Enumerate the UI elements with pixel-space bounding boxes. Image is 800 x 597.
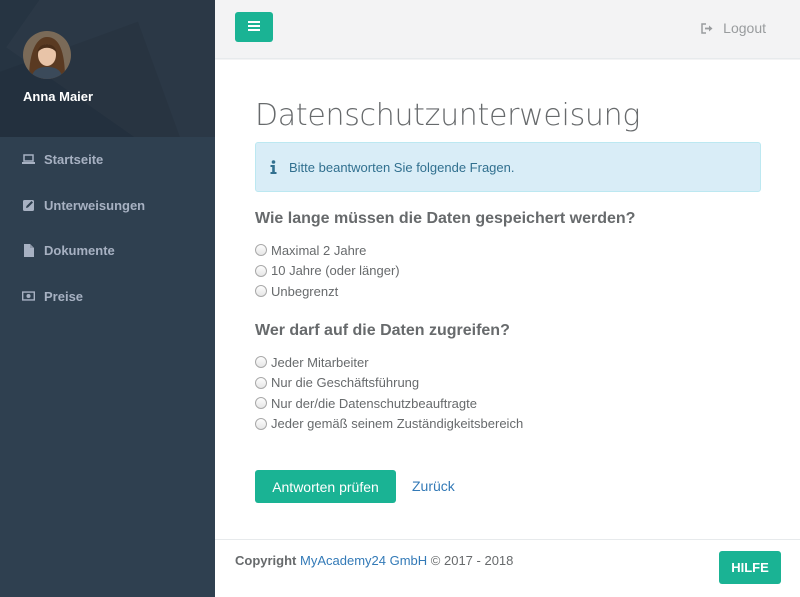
sidebar-item-startseite[interactable]: Startseite [0, 137, 215, 183]
sign-out-icon [701, 22, 714, 34]
radio-button[interactable] [255, 376, 267, 389]
logout-link[interactable]: Logout [701, 20, 766, 36]
radio-button[interactable] [255, 356, 267, 369]
copyright-text: Copyright MyAcademy24 GmbH © 2017 - 2018 [235, 553, 513, 568]
sidebar-item-label: Startseite [44, 152, 104, 168]
copyright-label: Copyright [235, 553, 297, 568]
radio-button[interactable] [255, 397, 267, 410]
option-label: Nur der/die Datenschutzbeauftragte [271, 395, 477, 411]
question-options: Jeder Mitarbeiter Nur die Geschäftsführu… [255, 352, 523, 434]
option-label: Maximal 2 Jahre [271, 242, 367, 258]
check-answers-button[interactable]: Antworten prüfen [255, 470, 396, 503]
sidebar-nav: Startseite Unterweisungen Dokumente Prei… [0, 137, 215, 319]
answer-option[interactable]: Maximal 2 Jahre [255, 240, 400, 261]
sidebar-item-unterweisungen[interactable]: Unterweisungen [0, 183, 215, 229]
sidebar-item-preise[interactable]: Preise [0, 274, 215, 320]
hamburger-icon [248, 18, 260, 36]
top-navbar: Logout [215, 0, 800, 59]
question-options: Maximal 2 Jahre 10 Jahre (oder länger) U… [255, 240, 400, 302]
radio-button[interactable] [255, 417, 267, 430]
option-label: Nur die Geschäftsführung [271, 375, 420, 391]
answer-option[interactable]: 10 Jahre (oder länger) [255, 261, 400, 282]
sidebar-item-label: Dokumente [44, 243, 115, 259]
answer-option[interactable]: Nur die Geschäftsführung [255, 373, 523, 394]
user-name[interactable]: Anna Maier [23, 89, 93, 104]
question-title: Wer darf auf die Daten zugreifen? [255, 322, 510, 339]
copyright-years: © 2017 - 2018 [430, 553, 514, 568]
edit-icon [22, 199, 35, 212]
menu-toggle-button[interactable] [235, 12, 273, 42]
sidebar: Anna Maier Startseite Unterweisungen Dok… [0, 0, 215, 597]
option-label: Jeder Mitarbeiter [271, 354, 369, 370]
money-icon [22, 290, 35, 303]
page-title: Datenschutzunterweisung [255, 98, 641, 133]
answer-option[interactable]: Nur der/die Datenschutzbeauftragte [255, 393, 523, 414]
sidebar-item-label: Preise [44, 288, 84, 304]
profile-header: Anna Maier [0, 0, 215, 137]
laptop-icon [22, 153, 35, 166]
radio-button[interactable] [255, 264, 267, 277]
info-alert: Bitte beantworten Sie folgende Fragen. [255, 142, 761, 192]
sidebar-item-dokumente[interactable]: Dokumente [0, 228, 215, 274]
option-label: Unbegrenzt [271, 283, 339, 299]
footer: Copyright MyAcademy24 GmbH © 2017 - 2018… [215, 539, 800, 597]
answer-option[interactable]: Unbegrenzt [255, 281, 400, 302]
file-icon [22, 244, 35, 258]
radio-button[interactable] [255, 244, 267, 257]
question-title: Wie lange müssen die Daten gespeichert w… [255, 210, 636, 227]
avatar[interactable] [23, 31, 71, 79]
alert-text: Bitte beantworten Sie folgende Fragen. [289, 159, 515, 175]
answer-option[interactable]: Jeder Mitarbeiter [255, 352, 523, 373]
company-link[interactable]: MyAcademy24 GmbH [300, 553, 427, 568]
option-label: 10 Jahre (oder länger) [271, 263, 400, 279]
logout-label: Logout [723, 20, 766, 36]
main-content: Datenschutzunterweisung Bitte beantworte… [215, 60, 800, 539]
help-button[interactable]: HILFE [719, 551, 781, 584]
answer-option[interactable]: Jeder gemäß seinem Zuständigkeitsbereich [255, 414, 523, 435]
back-link[interactable]: Zurück [412, 478, 455, 494]
radio-button[interactable] [255, 285, 267, 298]
option-label: Jeder gemäß seinem Zuständigkeitsbereich [271, 416, 524, 432]
info-icon [270, 160, 277, 174]
sidebar-item-label: Unterweisungen [44, 197, 146, 213]
